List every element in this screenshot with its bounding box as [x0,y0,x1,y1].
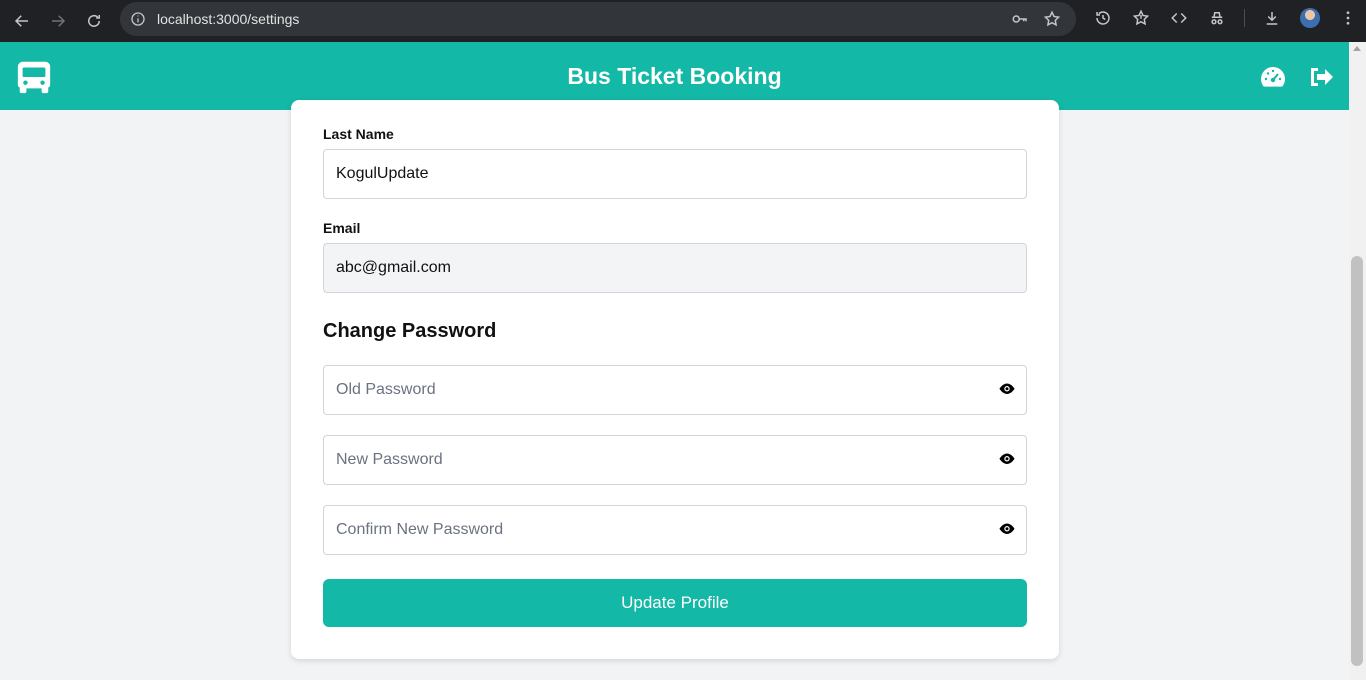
settings-card: Last Name Email abc@gmail.com Change Pas… [291,100,1059,659]
incognito-icon[interactable] [1198,0,1236,36]
history-icon[interactable] [1084,0,1122,36]
bookmarks-icon[interactable] [1122,0,1160,36]
reload-icon[interactable] [76,3,112,39]
new-password-field[interactable] [323,435,1027,485]
back-icon[interactable] [4,3,40,39]
last-name-field[interactable] [323,149,1027,199]
bus-icon[interactable] [15,58,53,96]
address-url[interactable]: localhost:3000/settings [157,11,299,27]
email-value: abc@gmail.com [336,259,451,276]
devtools-icon[interactable] [1160,0,1198,36]
app-title: Bus Ticket Booking [567,62,782,89]
browser-toolbar: localhost:3000/settings [0,0,1366,42]
confirm-password-field[interactable] [323,505,1027,555]
confirm-password-input[interactable] [336,521,976,539]
site-info-icon[interactable] [121,2,155,36]
last-name-input[interactable] [336,165,976,183]
forward-icon[interactable] [40,3,76,39]
scrollbar[interactable] [1349,42,1366,680]
scrollbar-thumb[interactable] [1351,256,1363,666]
email-field: abc@gmail.com [323,243,1027,293]
download-icon[interactable] [1253,0,1291,36]
old-password-field[interactable] [323,365,1027,415]
key-icon[interactable] [1004,2,1036,36]
new-password-input[interactable] [336,451,976,469]
scroll-up-arrow-icon[interactable] [1353,46,1361,51]
star-icon[interactable] [1036,2,1068,36]
toolbar-divider [1244,9,1245,27]
avatar [1300,8,1320,28]
eye-icon[interactable] [998,452,1016,468]
eye-icon[interactable] [998,522,1016,538]
profile-avatar[interactable] [1291,0,1329,36]
menu-icon[interactable] [1329,0,1366,36]
last-name-label: Last Name [323,126,394,142]
change-password-heading: Change Password [323,320,497,342]
dashboard-icon[interactable] [1259,64,1287,90]
old-password-input[interactable] [336,381,976,399]
eye-icon[interactable] [998,382,1016,398]
logout-icon[interactable] [1307,64,1335,90]
email-label: Email [323,220,361,236]
update-profile-button[interactable]: Update Profile [323,579,1027,627]
address-bar[interactable]: localhost:3000/settings [120,2,1076,36]
